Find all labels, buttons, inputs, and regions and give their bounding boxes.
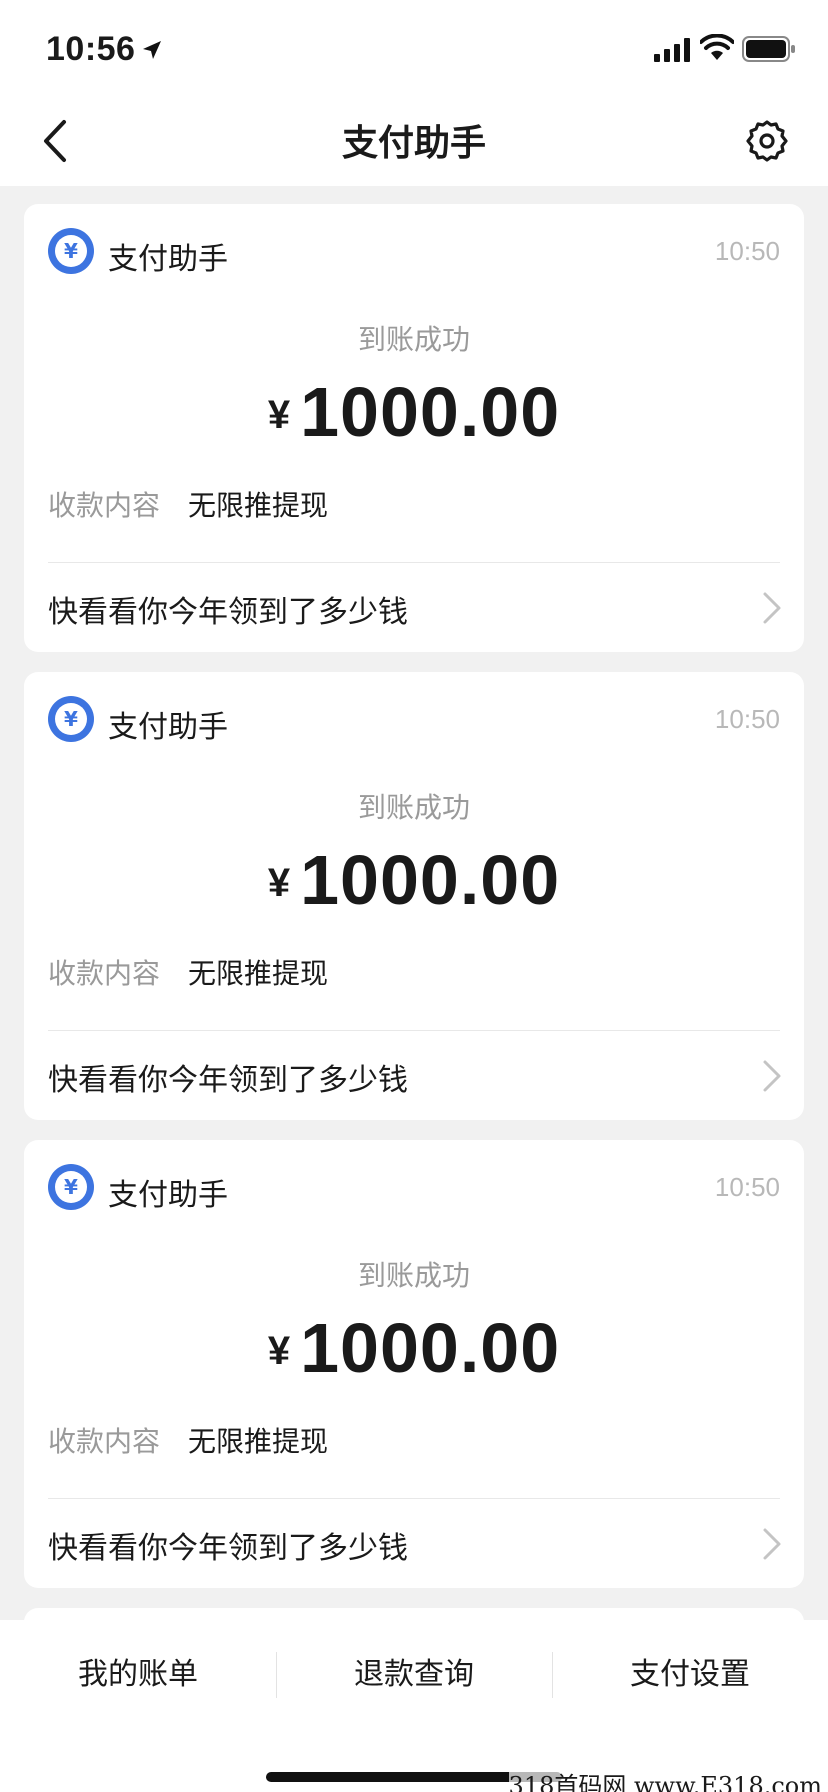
message-time: 10:50: [714, 236, 780, 266]
tab-refund-query[interactable]: 退款查询: [276, 1620, 552, 1730]
detail-label: 收款内容: [48, 957, 161, 990]
payment-amount: ¥1000.00: [24, 840, 804, 920]
payment-status: 到账成功: [357, 1259, 470, 1292]
chevron-right-icon: [763, 592, 781, 624]
amount-value: 1000.00: [300, 373, 561, 451]
status-time: 10:56: [46, 30, 136, 68]
link-text: 快看看你今年领到了多少钱: [48, 595, 408, 630]
yen-icon: ¥: [64, 707, 78, 731]
chevron-right-icon: [763, 1528, 781, 1560]
payment-assistant-icon: ¥: [48, 228, 94, 274]
payment-amount: ¥1000.00: [24, 1308, 804, 1388]
sender-name: 支付助手: [108, 1178, 228, 1213]
payment-status: 到账成功: [357, 791, 470, 824]
message-time: 10:50: [714, 1172, 780, 1202]
battery-icon: [742, 36, 795, 62]
detail-label: 收款内容: [48, 489, 161, 522]
yen-icon: ¥: [64, 239, 78, 263]
currency-symbol: ¥: [267, 393, 291, 437]
page-title: 支付助手: [341, 123, 486, 164]
amount-value: 1000.00: [300, 1309, 561, 1387]
nav-bar: 支付助手: [0, 94, 828, 186]
payment-assistant-icon: ¥: [48, 696, 94, 742]
message-card: ¥ 支付助手 10:50 到账成功 ¥1000.00 收款内容 无限推提现 快看…: [24, 672, 804, 1120]
gear-icon: [746, 120, 788, 162]
sender-name: 支付助手: [108, 710, 228, 745]
amount-value: 1000.00: [300, 841, 561, 919]
currency-symbol: ¥: [267, 861, 291, 905]
detail-value: 无限推提现: [188, 957, 329, 990]
payment-assistant-icon: ¥: [48, 1164, 94, 1210]
wifi-icon: [700, 34, 734, 60]
detail-value: 无限推提现: [188, 489, 329, 522]
detail-value: 无限推提现: [188, 1425, 329, 1458]
sender-name: 支付助手: [108, 242, 228, 277]
detail-label: 收款内容: [48, 1425, 161, 1458]
link-text: 快看看你今年领到了多少钱: [48, 1063, 408, 1098]
tab-my-bills[interactable]: 我的账单: [0, 1620, 276, 1730]
message-card: ¥ 支付助手 10:50 到账成功 ¥1000.00 收款内容 无限推提现 快看…: [24, 204, 804, 652]
payment-status: 到账成功: [357, 323, 470, 356]
settings-button[interactable]: [742, 116, 792, 166]
yen-icon: ¥: [64, 1175, 78, 1199]
tab-payment-settings[interactable]: 支付设置: [552, 1620, 828, 1730]
bottom-bar: 我的账单 退款查询 支付设置 318首码网 www.E318.com: [0, 1620, 828, 1792]
cellular-signal-icon: [654, 38, 690, 62]
chevron-right-icon: [763, 1060, 781, 1092]
currency-symbol: ¥: [267, 1329, 291, 1373]
message-card: ¥ 支付助手 10:50 到账成功 ¥1000.00 收款内容 无限推提现 快看…: [24, 1140, 804, 1588]
annual-summary-link[interactable]: 快看看你今年领到了多少钱: [24, 1499, 804, 1588]
annual-summary-link[interactable]: 快看看你今年领到了多少钱: [24, 563, 804, 652]
message-time: 10:50: [714, 704, 780, 734]
annual-summary-link[interactable]: 快看看你今年领到了多少钱: [24, 1031, 804, 1120]
location-arrow-icon: [143, 41, 161, 59]
link-text: 快看看你今年领到了多少钱: [48, 1531, 408, 1566]
watermark: 318首码网 www.E318.com: [508, 1766, 822, 1792]
payment-amount: ¥1000.00: [24, 372, 804, 452]
status-bar: 10:56: [0, 0, 828, 94]
